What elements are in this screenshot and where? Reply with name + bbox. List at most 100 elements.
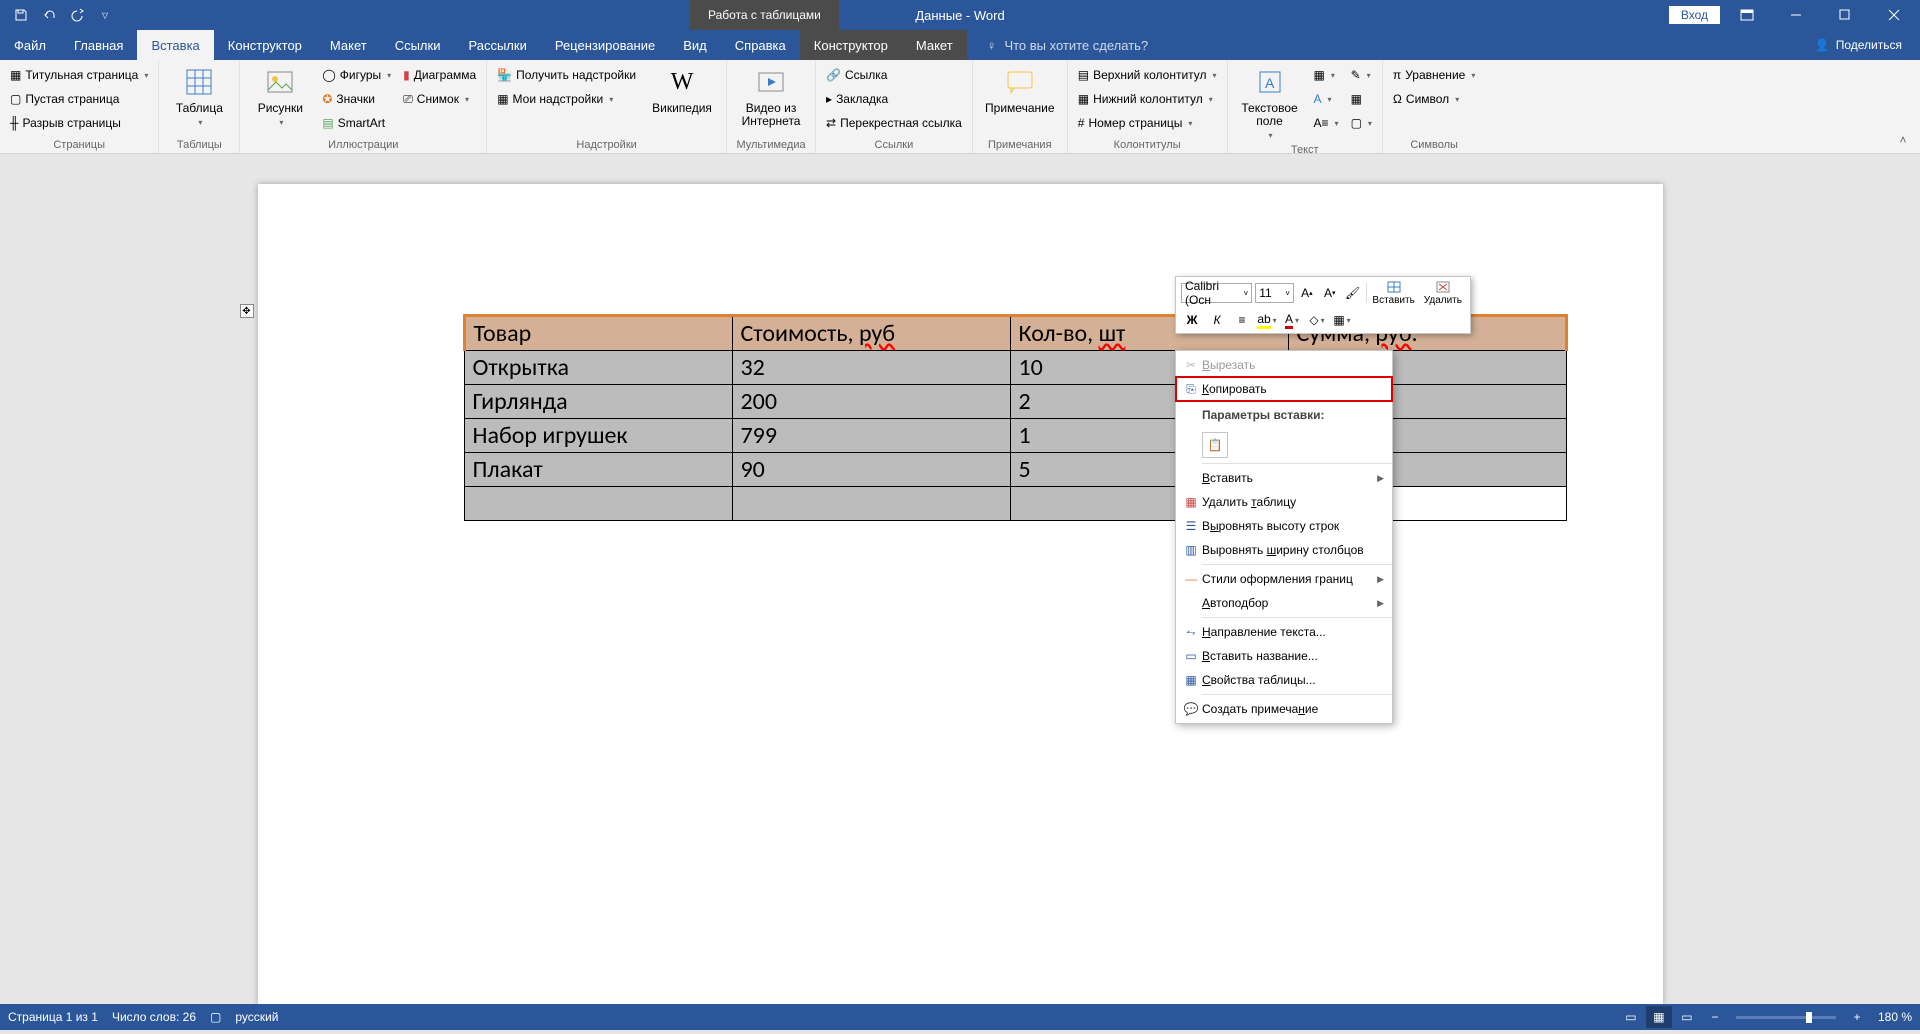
align-icon[interactable]: ≡ [1231,309,1253,331]
save-icon[interactable] [8,2,34,28]
blank-page-button[interactable]: ▢Пустая страница [6,88,152,110]
borders-icon[interactable]: ▦▾ [1331,309,1353,331]
pagenum-button[interactable]: #Номер страницы▾ [1074,112,1221,134]
tab-design[interactable]: Конструктор [214,30,316,60]
print-layout-icon[interactable]: ▦ [1646,1006,1672,1028]
smartart-button[interactable]: ▤SmartArt [318,112,395,134]
comment-button[interactable]: Примечание [979,62,1061,115]
font-selector[interactable]: Calibri (Осн˅ [1181,283,1252,303]
symbol-button[interactable]: ΩСимвол▾ [1389,88,1479,110]
ctx-table-props[interactable]: ▦Свойства таблицы... [1176,668,1392,692]
comment-icon [1004,66,1036,98]
mini-insert-button[interactable]: Вставить [1369,280,1417,306]
web-layout-icon[interactable]: ▭ [1674,1006,1700,1028]
ctx-new-comment[interactable]: 💬Создать примечание [1176,697,1392,721]
tell-me-search[interactable]: ♀ Что вы хотите сделать? [967,30,1148,60]
collapse-ribbon-icon[interactable]: ˄ [1894,131,1912,149]
tab-references[interactable]: Ссылки [381,30,455,60]
online-video-button[interactable]: Видео из Интернета [733,62,809,128]
wordart-button[interactable]: A▾ [1310,88,1343,110]
equation-button[interactable]: πУравнение▾ [1389,64,1479,86]
wikipedia-button[interactable]: W Википедия [644,62,720,115]
object-button[interactable]: ▢▾ [1347,112,1376,134]
screenshot-button[interactable]: ⎚Снимок▾ [399,88,480,110]
ribbon-display-options-icon[interactable] [1724,0,1769,30]
read-mode-icon[interactable]: ▭ [1618,1006,1644,1028]
data-table[interactable]: Товар Стоимость, руб Кол-во, шт Сумма, р… [463,314,1568,521]
dropcap-button[interactable]: A≡▾ [1310,112,1343,134]
ctx-paste-options: 📋 [1176,429,1392,461]
icons-button[interactable]: ✪Значки [318,88,395,110]
tab-home[interactable]: Главная [60,30,137,60]
zoom-slider[interactable] [1736,1016,1836,1019]
close-icon[interactable] [1871,0,1916,30]
tab-file[interactable]: Файл [0,30,60,60]
ctx-insert-caption[interactable]: ▭Вставить название... [1176,644,1392,668]
table-move-handle-icon[interactable]: ✥ [240,304,254,318]
ctx-border-styles[interactable]: —Стили оформления границ▶ [1176,567,1392,591]
redo-icon[interactable] [64,2,90,28]
my-addins-button[interactable]: ▦Мои надстройки▾ [493,88,640,110]
maximize-icon[interactable] [1822,0,1867,30]
zoom-level[interactable]: 180 % [1878,1010,1912,1024]
tab-mailings[interactable]: Рассылки [454,30,540,60]
header-button[interactable]: ▤Верхний колонтитул▾ [1074,64,1221,86]
crossref-button[interactable]: ⇄Перекрестная ссылка [822,112,966,134]
signature-button[interactable]: ✎▾ [1347,64,1376,86]
mini-delete-button[interactable]: Удалить [1421,280,1465,306]
shapes-button[interactable]: ◯Фигуры▾ [318,64,395,86]
ctx-text-direction[interactable]: ⥊Направление текста... [1176,620,1392,644]
tab-insert[interactable]: Вставка [137,30,213,60]
ctx-dist-rows[interactable]: ☰Выровнять высоту строк [1176,514,1392,538]
bold-icon[interactable]: Ж [1181,309,1203,331]
undo-icon[interactable] [36,2,62,28]
header-cell[interactable]: Стоимость, руб [732,316,1010,351]
tab-table-design[interactable]: Конструктор [800,30,902,60]
zoom-out-icon[interactable]: − [1702,1006,1728,1028]
ctx-delete-table[interactable]: ▦Удалить таблицу [1176,490,1392,514]
cover-page-button[interactable]: ▦Титульная страница▾ [6,64,152,86]
quickparts-button[interactable]: ▦▾ [1310,64,1343,86]
ctx-insert[interactable]: Вставить▶ [1176,466,1392,490]
page-break-button[interactable]: ╫Разрыв страницы [6,112,152,134]
status-language[interactable]: русский [235,1010,278,1024]
chart-button[interactable]: ▮Диаграмма [399,64,480,86]
header-cell[interactable]: Товар [464,316,732,351]
font-color-icon[interactable]: A▾ [1281,309,1303,331]
paste-keep-formatting-icon[interactable]: 📋 [1202,432,1228,458]
status-wordcount[interactable]: Число слов: 26 [112,1010,196,1024]
ctx-autofit[interactable]: Автоподбор▶ [1176,591,1392,615]
bookmark-button[interactable]: ▸Закладка [822,88,966,110]
link-button[interactable]: 🔗Ссылка [822,64,966,86]
pictures-button[interactable]: Рисунки▾ [246,62,314,129]
pagenum-icon: # [1078,116,1085,130]
minimize-icon[interactable] [1773,0,1818,30]
tab-layout[interactable]: Макет [316,30,381,60]
qat-customize-icon[interactable]: ▽ [92,2,118,28]
datetime-button[interactable]: ▦ [1347,88,1376,110]
tab-review[interactable]: Рецензирование [541,30,669,60]
italic-icon[interactable]: К [1206,309,1228,331]
signin-button[interactable]: Вход [1669,6,1720,24]
footer-button[interactable]: ▦Нижний колонтитул▾ [1074,88,1221,110]
textbox-button[interactable]: A Текстовое поле▾ [1234,62,1306,142]
zoom-in-icon[interactable]: + [1844,1006,1870,1028]
get-addins-button[interactable]: 🏪Получить надстройки [493,64,640,86]
ctx-dist-cols[interactable]: ▥Выровнять ширину столбцов [1176,538,1392,562]
status-spellcheck-icon[interactable]: ▢ [210,1010,221,1024]
share-button[interactable]: 👤 Поделиться [1797,30,1920,60]
document-area[interactable]: ✥ Товар Стоимость, руб Кол-во, шт Сумма,… [0,154,1920,1034]
ctx-copy[interactable]: ⎘Копировать [1176,377,1392,401]
tab-table-layout[interactable]: Макет [902,30,967,60]
fontsize-selector[interactable]: 11˅ [1255,283,1294,303]
shrink-font-icon[interactable]: A▾ [1320,282,1340,304]
highlight-icon[interactable]: ab▾ [1256,309,1278,331]
table-button[interactable]: Таблица▾ [165,62,233,129]
tab-help[interactable]: Справка [721,30,800,60]
tab-view[interactable]: Вид [669,30,721,60]
format-painter-icon[interactable]: 🖌 [1343,282,1363,304]
status-page[interactable]: Страница 1 из 1 [8,1010,98,1024]
shading-icon[interactable]: ◇▾ [1306,309,1328,331]
ctx-cut[interactable]: ✂Вырезать [1176,353,1392,377]
grow-font-icon[interactable]: A▴ [1297,282,1317,304]
